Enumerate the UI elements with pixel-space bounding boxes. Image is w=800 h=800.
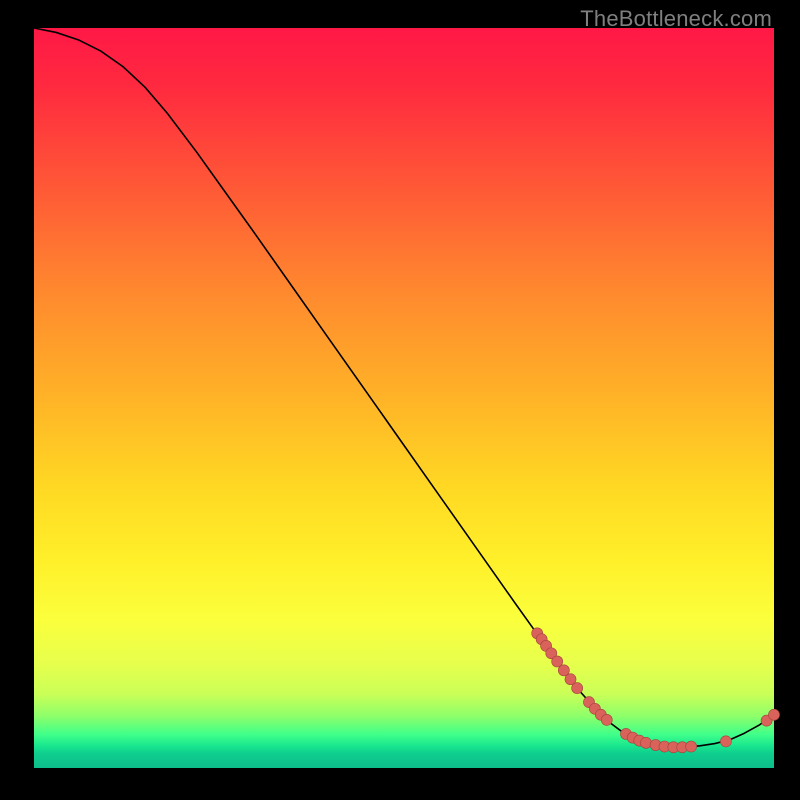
- plot-area: [34, 28, 774, 768]
- curve-marker: [601, 714, 612, 725]
- curve-marker: [686, 741, 697, 752]
- curve-marker: [768, 709, 779, 720]
- bottleneck-curve: [34, 28, 774, 747]
- curve-marker: [640, 737, 651, 748]
- chart-stage: TheBottleneck.com: [0, 0, 800, 800]
- curve-marker: [720, 736, 731, 747]
- curve-marker: [572, 683, 583, 694]
- curve-svg: [34, 28, 774, 768]
